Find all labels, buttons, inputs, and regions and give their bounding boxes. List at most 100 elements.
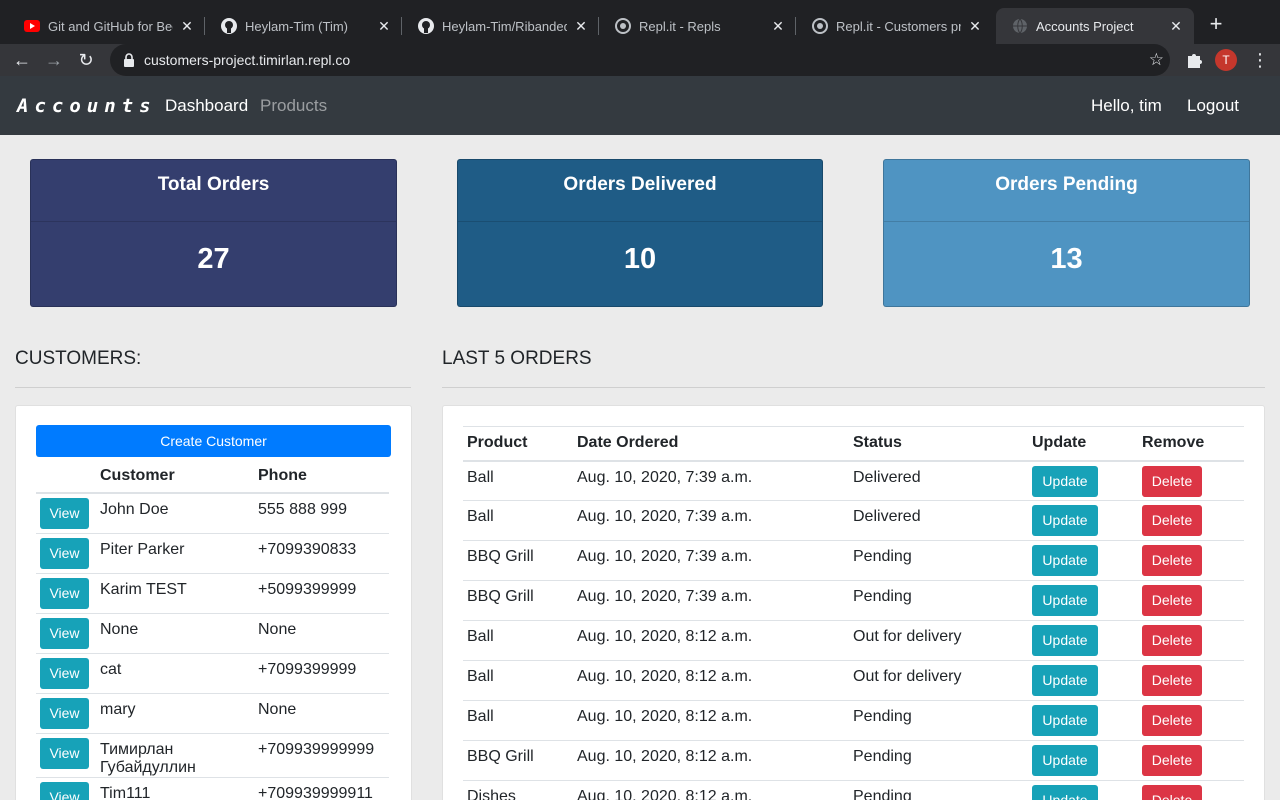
browser-tab[interactable]: Repl.it - Customers pro ✕ xyxy=(796,8,993,44)
forward-arrow-icon[interactable]: → xyxy=(42,48,66,72)
table-row: View cat +7099399999 xyxy=(36,653,389,694)
view-customer-button[interactable]: View xyxy=(40,697,89,729)
table-row: BBQ Grill Aug. 10, 2020, 7:39 a.m. Pending… xyxy=(463,540,1244,581)
order-date: Aug. 10, 2020, 8:12 a.m. xyxy=(573,620,849,661)
column-header: Product xyxy=(463,426,573,462)
order-status: Pending xyxy=(849,700,1028,741)
create-customer-button[interactable]: Create Customer xyxy=(36,425,391,457)
delete-order-button[interactable]: Delete xyxy=(1142,665,1202,696)
table-row: Ball Aug. 10, 2020, 8:12 a.m. Out for deli… xyxy=(463,660,1244,701)
update-order-button[interactable]: Update xyxy=(1032,545,1098,576)
browser-tab-active[interactable]: Accounts Project ✕ xyxy=(996,8,1194,44)
update-order-button[interactable]: Update xyxy=(1032,585,1098,616)
stat-card-label: Orders Delivered xyxy=(458,160,822,222)
update-order-button[interactable]: Update xyxy=(1032,705,1098,736)
tab-title: Heylam-Tim (Tim) xyxy=(245,18,349,34)
delete-order-button[interactable]: Delete xyxy=(1142,465,1202,497)
column-header: Update xyxy=(1028,426,1138,462)
column-header: Remove xyxy=(1138,426,1244,462)
order-date: Aug. 10, 2020, 8:12 a.m. xyxy=(573,660,849,701)
order-status: Pending xyxy=(849,580,1028,621)
order-product: Ball xyxy=(463,620,573,661)
browser-tab[interactable]: Heylam-Tim (Tim) ✕ xyxy=(205,8,402,44)
order-date: Aug. 10, 2020, 7:39 a.m. xyxy=(573,500,849,541)
tab-title: Repl.it - Customers pro xyxy=(836,18,961,34)
update-order-button[interactable]: Update xyxy=(1032,745,1098,776)
customer-name: Tim111 xyxy=(96,777,254,800)
view-customer-button[interactable]: View xyxy=(40,577,89,609)
update-order-button[interactable]: Update xyxy=(1032,625,1098,656)
orders-table: Product Date Ordered Status Update Remov… xyxy=(463,426,1244,800)
github-icon xyxy=(418,18,434,34)
logout-link[interactable]: Logout xyxy=(1187,96,1239,116)
column-header: Phone xyxy=(254,459,389,494)
view-customer-button[interactable]: View xyxy=(40,617,89,649)
close-tab-icon[interactable]: ✕ xyxy=(770,18,786,35)
bookmark-star-icon[interactable]: ☆ xyxy=(1149,48,1164,72)
order-status: Out for delivery xyxy=(849,660,1028,701)
update-order-button[interactable]: Update xyxy=(1032,785,1098,800)
table-row: Ball Aug. 10, 2020, 8:12 a.m. Pending Updat… xyxy=(463,700,1244,741)
column-header: Date Ordered xyxy=(573,426,849,462)
more-menu-icon[interactable]: ⋮ xyxy=(1250,48,1270,72)
nav-link-products[interactable]: Products xyxy=(260,96,327,116)
stat-card-total-orders: Total Orders 27 xyxy=(30,159,397,307)
github-icon xyxy=(221,18,237,34)
close-tab-icon[interactable]: ✕ xyxy=(573,18,589,35)
update-order-button[interactable]: Update xyxy=(1032,465,1098,497)
nav-link-dashboard[interactable]: Dashboard xyxy=(165,96,248,116)
order-status: Delivered xyxy=(849,460,1028,501)
divider xyxy=(15,387,411,388)
view-customer-button[interactable]: View xyxy=(40,781,89,800)
table-row: View None None xyxy=(36,613,389,654)
delete-order-button[interactable]: Delete xyxy=(1142,785,1202,800)
view-customer-button[interactable]: View xyxy=(40,657,89,689)
order-status: Pending xyxy=(849,780,1028,800)
app-navbar: Accounts Dashboard Products Hello, tim L… xyxy=(0,76,1280,135)
view-customer-button[interactable]: View xyxy=(40,537,89,569)
customers-panel: Create Customer Customer Phone View John … xyxy=(15,405,412,800)
close-tab-icon[interactable]: ✕ xyxy=(1168,18,1184,35)
customer-phone: +709939999999 xyxy=(254,733,389,778)
customer-phone: None xyxy=(254,693,389,734)
table-header-row: Customer Phone xyxy=(36,459,389,494)
address-bar[interactable]: customers-project.timirlan.repl.co ☆ xyxy=(110,44,1170,76)
stat-card-label: Total Orders xyxy=(31,160,396,222)
delete-order-button[interactable]: Delete xyxy=(1142,585,1202,616)
order-status: Delivered xyxy=(849,500,1028,541)
profile-avatar[interactable]: T xyxy=(1215,49,1237,71)
tab-title: Heylam-Tim/Ribanded- xyxy=(442,18,567,34)
reload-icon[interactable]: ↻ xyxy=(74,48,98,72)
browser-tab[interactable]: Repl.it - Repls ✕ xyxy=(599,8,796,44)
stat-card-value: 13 xyxy=(1050,243,1083,275)
delete-order-button[interactable]: Delete xyxy=(1142,545,1202,576)
delete-order-button[interactable]: Delete xyxy=(1142,705,1202,736)
divider xyxy=(442,387,1265,388)
close-tab-icon[interactable]: ✕ xyxy=(179,18,195,35)
customer-name: Тимирлан Губайдуллин xyxy=(96,733,254,778)
delete-order-button[interactable]: Delete xyxy=(1142,625,1202,656)
update-order-button[interactable]: Update xyxy=(1032,505,1098,536)
browser-tab[interactable]: Git and GitHub for Begi ✕ xyxy=(8,8,205,44)
view-customer-button[interactable]: View xyxy=(40,737,89,769)
delete-order-button[interactable]: Delete xyxy=(1142,745,1202,776)
order-product: Ball xyxy=(463,700,573,741)
table-row: View Тимирлан Губайдуллин +709939999999 xyxy=(36,733,389,778)
view-customer-button[interactable]: View xyxy=(40,498,89,529)
replit-icon xyxy=(812,18,828,34)
brand-logo[interactable]: Accounts xyxy=(17,95,157,117)
close-tab-icon[interactable]: ✕ xyxy=(967,18,983,35)
back-arrow-icon[interactable]: ← xyxy=(10,48,34,72)
delete-order-button[interactable]: Delete xyxy=(1142,505,1202,536)
order-status: Pending xyxy=(849,540,1028,581)
new-tab-icon[interactable]: + xyxy=(1204,12,1228,36)
customer-name: cat xyxy=(96,653,254,694)
table-row: Ball Aug. 10, 2020, 8:12 a.m. Out for deli… xyxy=(463,620,1244,661)
extensions-puzzle-icon[interactable] xyxy=(1184,50,1204,70)
close-tab-icon[interactable]: ✕ xyxy=(376,18,392,35)
update-order-button[interactable]: Update xyxy=(1032,665,1098,696)
orders-heading: LAST 5 ORDERS xyxy=(442,348,592,369)
browser-tab[interactable]: Heylam-Tim/Ribanded- ✕ xyxy=(402,8,599,44)
table-row: BBQ Grill Aug. 10, 2020, 8:12 a.m. Pending… xyxy=(463,740,1244,781)
order-date: Aug. 10, 2020, 7:39 a.m. xyxy=(573,580,849,621)
